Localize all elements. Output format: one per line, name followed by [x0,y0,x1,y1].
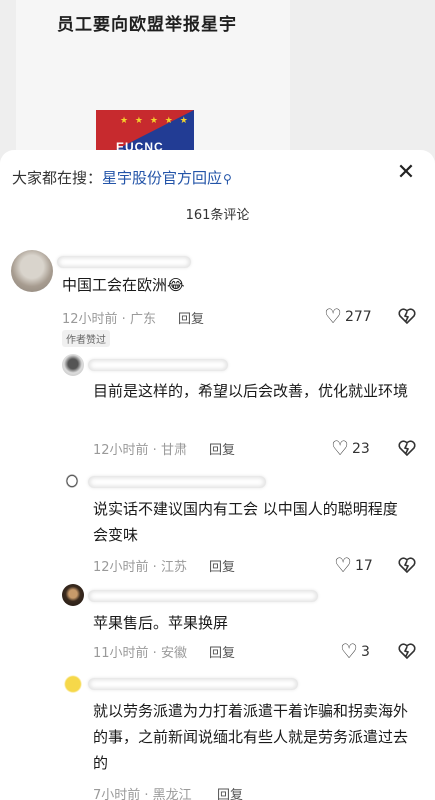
comment-time-location: 12小时前 · 广东 [62,312,156,327]
avatar[interactable] [62,584,84,606]
avatar[interactable] [11,250,53,292]
like-count: 17 [354,558,373,574]
like-count: 3 [360,644,370,660]
comment-text: 苹果售后。苹果换屏 [93,614,229,632]
comment-text: 说实话不建议国内有工会 以中国人的聪明程度 会变味 [93,500,398,544]
reply-button[interactable]: 回复 [217,784,243,800]
close-icon[interactable]: ✕ [393,160,419,186]
dislike-icon[interactable] [397,555,417,575]
avatar[interactable] [62,354,84,376]
comment-text: 目前是这样的，希望以后会改善，优化就业环境 [93,382,409,400]
trending-search-term[interactable]: 星宇股份官方回应 [102,169,222,187]
heart-icon: ♡ [334,553,352,577]
username-redacted [88,590,318,602]
reply-button[interactable]: 回复 [209,642,235,661]
comment-time-location: 12小时前 · 甘肃 [93,443,187,458]
like-count: 23 [351,441,370,457]
like-button[interactable]: ♡ 277 [324,304,372,328]
username-redacted [88,359,228,371]
dislike-icon[interactable] [397,306,417,326]
comment-time-location: 11小时前 · 安徽 [93,646,187,661]
heart-icon: ♡ [340,639,358,663]
avatar[interactable] [62,672,84,694]
author-liked-badge: 作者赞过 [62,330,110,347]
comment-time-location: 12小时前 · 江苏 [93,560,187,575]
comment-text: 就以劳务派遣为力打着派遣干着诈骗和拐卖海外的事，之前新闻说缅北有些人就是劳务派遣… [93,702,409,772]
article-headline: 员工要向欧盟举报星宇 [57,15,237,35]
heart-icon: ♡ [324,304,342,328]
avatar[interactable] [62,470,82,492]
like-button[interactable]: ♡ 23 [331,436,370,460]
comment-text: 中国工会在欧洲😂 [62,276,185,294]
username-redacted [88,678,298,690]
background-article: 员工要向欧盟举报星宇 ★ ★ ★ ★ ★ EUCNC [0,0,435,160]
logo-stars: ★ ★ ★ ★ ★ [120,116,190,126]
reply-button[interactable]: 回复 [209,556,235,575]
trending-search[interactable]: 大家都在搜：星宇股份官方回应⚲ [12,164,232,192]
comment-count: 161条评论 [185,208,250,223]
search-icon: ⚲ [223,172,232,186]
comment-sheet: 大家都在搜：星宇股份官方回应⚲ ✕ 161条评论 中国工会在欧洲😂 12小时前 … [0,150,435,800]
dislike-icon[interactable] [397,641,417,661]
reply-button[interactable]: 回复 [209,439,235,458]
reply-button[interactable]: 回复 [178,308,204,327]
username-redacted [88,476,266,488]
dislike-icon[interactable] [397,438,417,458]
like-button[interactable]: ♡ 3 [340,639,370,663]
username-redacted [57,256,191,268]
like-button[interactable]: ♡ 17 [334,553,373,577]
like-count: 277 [344,309,372,325]
heart-icon: ♡ [331,436,349,460]
trending-search-prefix: 大家都在搜： [12,169,103,187]
comment-time-location: 7小时前 · 黑龙江 [93,788,192,800]
